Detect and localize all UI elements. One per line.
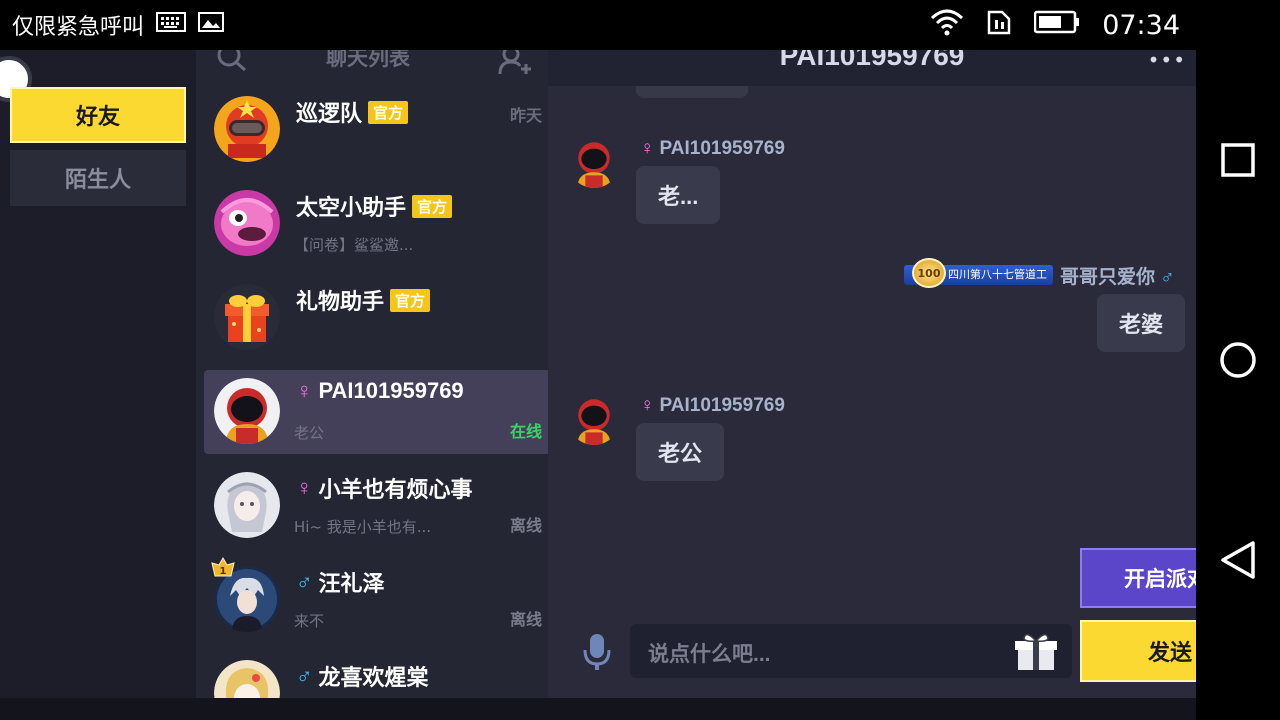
more-options-icon[interactable]: ••• (1148, 50, 1186, 72)
chat-preview: 来不 (294, 612, 325, 630)
search-icon[interactable] (216, 50, 248, 76)
avatar (214, 472, 280, 538)
chat-preview: 老公 (294, 424, 325, 442)
sender-avatar[interactable] (568, 136, 620, 188)
avatar (214, 660, 280, 698)
online-status: 在线 (509, 422, 542, 441)
tab-strangers[interactable]: 陌生人 (10, 150, 186, 206)
male-icon: ♂ (1160, 267, 1175, 288)
sender-avatar[interactable] (568, 393, 620, 445)
chat-item-wanglize[interactable]: 1 ♂ 汪礼泽 来不 离线 (204, 556, 548, 642)
back-triangle-icon[interactable] (1196, 515, 1280, 605)
battery-icon (1033, 10, 1080, 41)
previous-message-bubble (636, 86, 748, 98)
gift-icon[interactable] (1014, 630, 1058, 676)
clock: 07:34 (1102, 10, 1180, 41)
message-bubble[interactable]: 老公 (636, 423, 725, 481)
chat-item-gift-helper[interactable]: 礼物助手 官方 (204, 276, 548, 360)
message-sender-name: ♀ PAI101959769 (640, 138, 785, 159)
female-icon: ♀ (296, 475, 313, 500)
chat-name: ♂ 龙喜欢煋棠 (296, 663, 429, 690)
recents-square-icon[interactable] (1196, 115, 1280, 205)
female-icon: ♀ (640, 395, 655, 416)
avatar (214, 284, 280, 350)
chat-name: ♀ 小羊也有烦心事 (296, 475, 473, 502)
conversation-header: PAI101959769 ••• (548, 50, 1196, 86)
svg-text:1: 1 (220, 566, 227, 577)
microphone-icon[interactable] (582, 632, 612, 676)
message-bubble[interactable]: 老... (636, 166, 721, 224)
wifi-icon (930, 8, 964, 43)
female-icon: ♀ (640, 138, 655, 159)
bottom-edge (0, 698, 1196, 720)
message-input[interactable]: 说点什么吧... (630, 624, 1072, 678)
avatar (214, 378, 280, 444)
chat-name: ♀ PAI101959769 (296, 378, 464, 403)
emergency-text: 仅限紧急呼叫 (12, 15, 145, 40)
android-nav-bar (1196, 50, 1280, 720)
official-badge: 官方 (368, 100, 409, 124)
chat-time: 昨天 (509, 106, 542, 125)
chat-name: ♂ 汪礼泽 (296, 569, 385, 596)
tab-friends[interactable]: 好友 (10, 87, 186, 143)
rank-crown-icon: 1 (211, 556, 235, 577)
chat-list-header: 聊天列表 (196, 50, 548, 75)
keyboard-icon (156, 11, 187, 39)
chat-list-title: 聊天列表 (326, 50, 410, 70)
chat-preview: Hi~ 我是小羊也有... (294, 518, 432, 536)
rank-title-tag: 100 四川第八十七管道工 (904, 258, 1053, 288)
offline-status: 离线 (509, 516, 542, 535)
female-icon: ♀ (296, 378, 313, 403)
chat-list: 聊天列表 巡逻队 官方 昨天 太空小助手 官方 【问卷】鲨鲨邀... 礼物助手 … (196, 50, 548, 698)
add-friend-icon[interactable] (498, 50, 534, 80)
sim-icon (986, 8, 1012, 43)
conversation-title: PAI101959769 (779, 50, 965, 71)
offline-status: 离线 (509, 610, 542, 629)
chat-item-xiaoyang[interactable]: ♀ 小羊也有烦心事 Hi~ 我是小羊也有... 离线 (204, 464, 548, 548)
male-icon: ♂ (296, 569, 313, 594)
chat-item-patrol[interactable]: 巡逻队 官方 昨天 (204, 88, 548, 172)
official-badge: 官方 (390, 288, 431, 312)
chat-item-pai101959769[interactable]: ♀ PAI101959769 老公 在线 (204, 370, 548, 454)
message-sender-name: 哥哥只爱你 ♂ (1060, 267, 1175, 288)
message-input-placeholder: 说点什么吧... (648, 643, 771, 666)
chat-item-space-helper[interactable]: 太空小助手 官方 【问卷】鲨鲨邀... (204, 182, 548, 266)
home-circle-icon[interactable] (1196, 315, 1280, 405)
category-sidebar: 好友 陌生人 (0, 50, 196, 698)
conversation-panel: PAI101959769 ••• ♀ PAI101959769 老... 100… (548, 50, 1196, 698)
chat-preview: 【问卷】鲨鲨邀... (294, 236, 414, 254)
male-icon: ♂ (296, 663, 313, 688)
status-bar: 仅限紧急呼叫 07:34 (0, 0, 1280, 50)
message-bubble[interactable]: 老婆 (1097, 294, 1186, 352)
start-party-button[interactable]: 开启派对 (1080, 548, 1196, 608)
avatar (214, 190, 280, 256)
chat-name: 巡逻队 官方 (296, 96, 409, 128)
message-sender-name: ♀ PAI101959769 (640, 395, 785, 416)
chat-name: 太空小助手 官方 (296, 190, 453, 222)
rank-medal: 100 (912, 258, 946, 288)
send-button[interactable]: 发送 (1080, 620, 1196, 682)
official-badge: 官方 (412, 194, 453, 218)
image-icon (198, 11, 225, 39)
chat-name: 礼物助手 官方 (296, 284, 431, 316)
chat-item-longxihuan[interactable]: ♂ 龙喜欢煋棠 (204, 652, 548, 698)
avatar (214, 96, 280, 162)
screen: 仅限紧急呼叫 07:34 好友 陌生人 聊天列表 巡逻队 官方 昨天 太空小助手… (0, 0, 1280, 720)
chat-screen: 好友 陌生人 聊天列表 巡逻队 官方 昨天 太空小助手 官方 【问卷】鲨鲨邀..… (0, 50, 1196, 698)
